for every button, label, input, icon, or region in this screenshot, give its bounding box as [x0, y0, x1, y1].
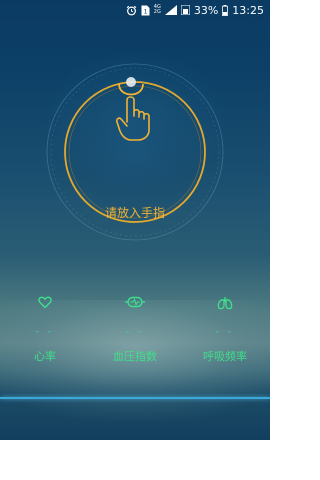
finger-touch-icon	[116, 77, 150, 141]
network-type-indicator: 4G 2G	[154, 5, 161, 15]
battery-percent: 33%	[193, 3, 219, 17]
place-finger-prompt: 请放入手指	[104, 206, 165, 220]
network-bottom-label: 2G	[153, 9, 161, 15]
heart-rate-label: 心率	[34, 350, 56, 363]
app-screen: 1 4G 2G 33% 13:25 请放入手指 - - 心率 - - 血压指数 …	[0, 0, 270, 440]
status-bar: 1 4G 2G 33% 13:25	[0, 0, 270, 20]
signal-icon	[164, 5, 177, 15]
metric-heart-rate[interactable]: - - 心率	[0, 296, 90, 364]
baseline-divider	[0, 397, 270, 399]
heart-rate-value: - -	[35, 327, 55, 337]
respiration-rate-value: - -	[215, 327, 235, 337]
alarm-clock-icon	[126, 5, 137, 16]
metric-blood-pressure[interactable]: - - 血压指数	[90, 296, 180, 364]
respiration-rate-label: 呼吸频率	[203, 350, 247, 363]
sim-card-icon: 1	[141, 5, 150, 16]
blood-pressure-label: 血压指数	[113, 350, 157, 363]
blood-pressure-value: - -	[125, 327, 145, 337]
lungs-icon	[217, 297, 233, 310]
clock-time: 13:25	[232, 3, 264, 17]
metric-respiration-rate[interactable]: - - 呼吸频率	[180, 296, 270, 364]
pulse-capsule-icon	[125, 296, 145, 308]
signal-secondary-icon	[180, 5, 190, 15]
battery-icon	[222, 4, 229, 16]
svg-text:1: 1	[143, 8, 147, 15]
heart-icon	[38, 296, 52, 309]
metrics-panel: - - 心率 - - 血压指数 - - 呼吸频率	[0, 296, 270, 366]
